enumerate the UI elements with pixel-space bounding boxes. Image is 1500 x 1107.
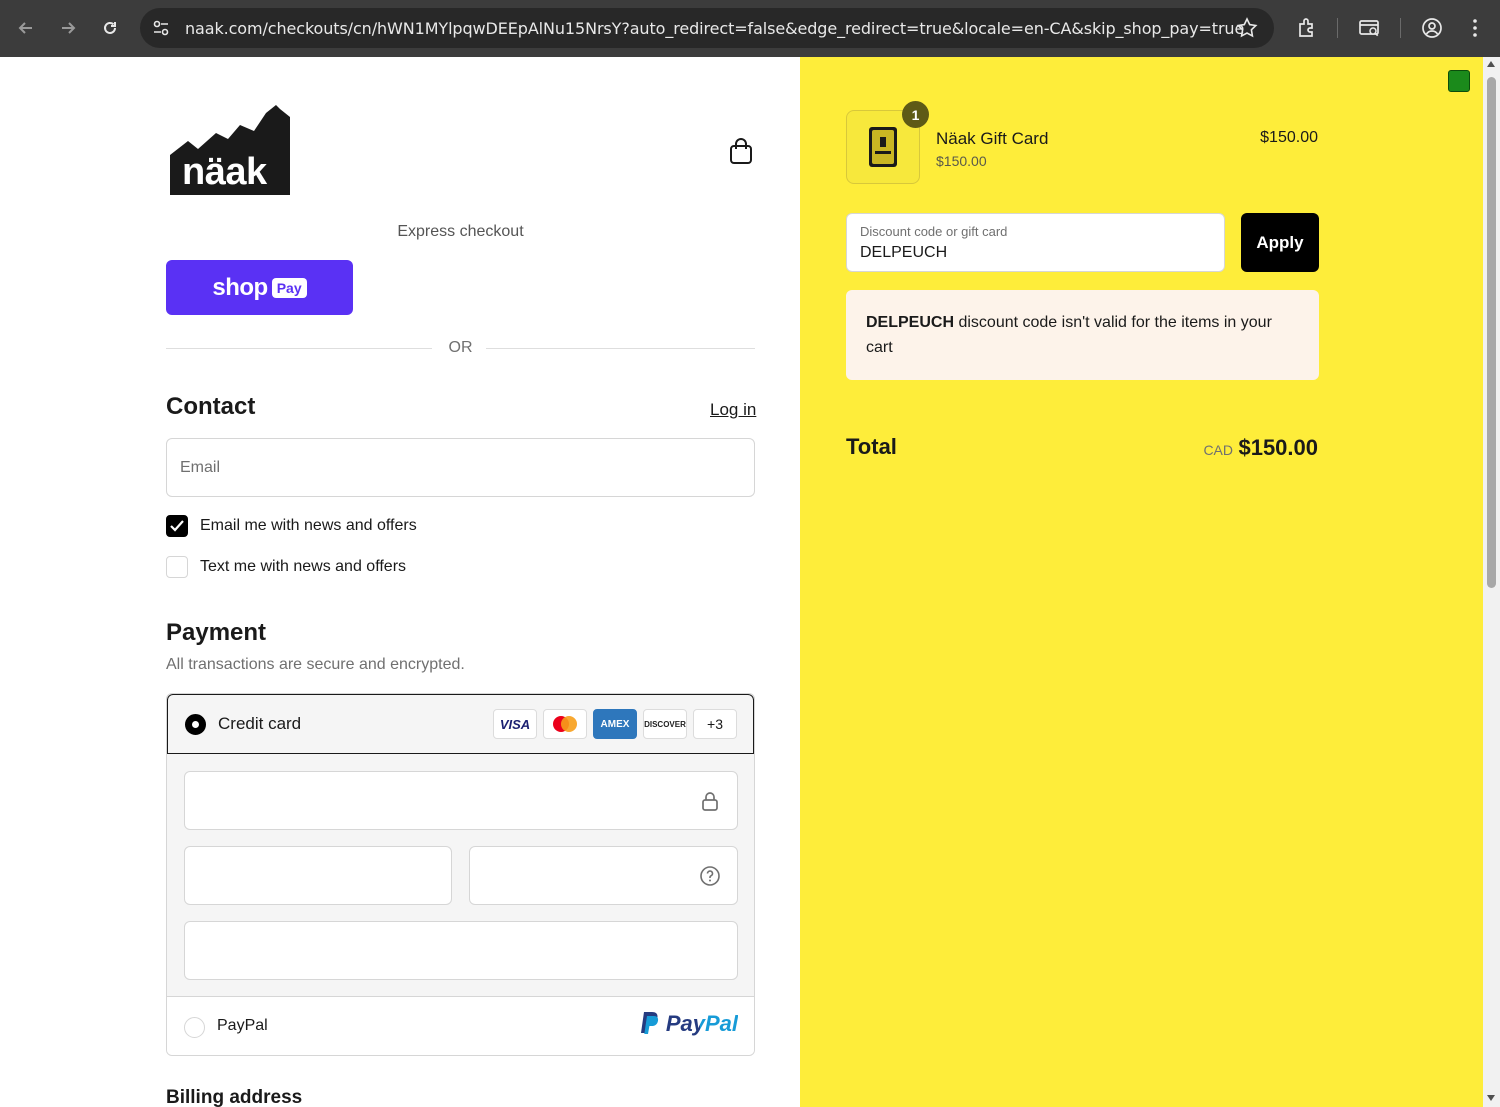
apply-button[interactable]: Apply: [1241, 213, 1319, 272]
or-divider: OR: [166, 338, 755, 358]
paypal-label: PayPal: [217, 1017, 268, 1034]
forward-icon[interactable]: [54, 14, 82, 42]
discount-error-message: DELPEUCH discount code isn't valid for t…: [846, 290, 1319, 380]
bookmark-star-icon[interactable]: [1236, 17, 1258, 39]
discount-field-value: DELPEUCH: [860, 244, 948, 261]
email-news-checkbox[interactable]: [166, 515, 188, 537]
shopping-bag-icon[interactable]: [728, 137, 754, 165]
paypal-logo: PayPal: [638, 1011, 738, 1037]
extension-indicator[interactable]: [1448, 70, 1470, 92]
total-amount: $150.00: [1238, 435, 1318, 460]
lock-icon: [699, 790, 721, 812]
logo-text: näak: [182, 151, 267, 193]
mastercard-icon: [543, 709, 587, 739]
log-in-link[interactable]: Log in: [710, 400, 756, 420]
back-icon[interactable]: [12, 14, 40, 42]
email-news-label: Email me with news and offers: [200, 517, 417, 534]
url-text: naak.com/checkouts/cn/hWN1MYlpqwDEEpAlNu…: [185, 19, 1245, 38]
credit-card-option[interactable]: Credit card VISA AMEX DISCOVER +3: [167, 694, 754, 754]
profile-icon[interactable]: [1420, 16, 1444, 40]
paypal-radio[interactable]: [184, 1017, 205, 1038]
item-unit-price: $150.00: [936, 153, 987, 169]
scrollbar-thumb[interactable]: [1487, 77, 1496, 588]
error-code: DELPEUCH: [866, 314, 955, 331]
discover-icon: DISCOVER: [643, 709, 687, 739]
quantity-badge: 1: [902, 101, 929, 128]
shop-pay-button[interactable]: shop Pay: [166, 260, 353, 315]
contact-heading: Contact: [166, 393, 256, 420]
or-text: OR: [448, 339, 473, 356]
checkout-main: näak Express checkout shop Pay OR Contac…: [0, 57, 800, 1107]
email-news-option[interactable]: Email me with news and offers: [166, 515, 417, 537]
card-number-field[interactable]: [184, 771, 738, 830]
item-name: Näak Gift Card: [936, 129, 1049, 148]
billing-address-heading: Billing address: [166, 1087, 303, 1107]
discount-code-field[interactable]: Discount code or gift card DELPEUCH: [846, 213, 1225, 272]
paypal-option[interactable]: PayPal PayPal: [167, 996, 754, 1055]
address-bar[interactable]: naak.com/checkouts/cn/hWN1MYlpqwDEEpAlNu…: [140, 8, 1274, 48]
security-code-field[interactable]: [469, 846, 738, 905]
naak-logo[interactable]: näak: [168, 103, 292, 197]
order-summary: 1 Näak Gift Card $150.00 $150.00 Discoun…: [800, 57, 1483, 1107]
payment-heading: Payment: [166, 619, 267, 646]
total-label: Total: [846, 434, 897, 459]
extensions-icon[interactable]: [1295, 16, 1319, 40]
text-news-label: Text me with news and offers: [200, 558, 407, 575]
divider-line: [166, 348, 432, 349]
amex-icon: AMEX: [593, 709, 637, 739]
page-scrollbar[interactable]: [1483, 57, 1500, 1107]
more-cards-badge: +3: [693, 709, 737, 739]
name-on-card-field[interactable]: [184, 921, 738, 980]
payment-subtitle: All transactions are secure and encrypte…: [166, 656, 465, 673]
paypal-wordmark: PayPal: [665, 1011, 738, 1036]
shop-pay-word: shop: [212, 273, 268, 301]
scroll-up-arrow-icon[interactable]: [1487, 61, 1495, 67]
help-icon[interactable]: [699, 865, 721, 887]
express-checkout-label: Express checkout: [397, 223, 524, 240]
item-price: $150.00: [1260, 129, 1318, 146]
toolbar-divider: [1337, 18, 1338, 38]
toolbar-divider: [1400, 18, 1401, 38]
menu-icon[interactable]: [1463, 16, 1487, 40]
shop-pay-badge: Pay: [271, 277, 307, 298]
total-currency: CAD: [1203, 442, 1233, 458]
scroll-down-arrow-icon[interactable]: [1487, 1095, 1495, 1101]
card-brand-logos: VISA AMEX DISCOVER +3: [493, 709, 737, 739]
divider-line: [486, 348, 755, 349]
payment-methods: Credit card VISA AMEX DISCOVER +3 PayPal…: [166, 693, 755, 1056]
email-field[interactable]: Email: [166, 438, 755, 497]
browser-toolbar: naak.com/checkouts/cn/hWN1MYlpqwDEEpAlNu…: [0, 0, 1500, 57]
reload-icon[interactable]: [96, 14, 124, 42]
visa-icon: VISA: [493, 709, 537, 739]
discount-field-label: Discount code or gift card: [860, 224, 1008, 239]
expiration-date-field[interactable]: [184, 846, 452, 905]
credit-card-label: Credit card: [218, 714, 302, 733]
text-news-checkbox[interactable]: [166, 556, 188, 578]
site-info-icon[interactable]: [150, 17, 172, 39]
paypal-icon: [640, 1012, 658, 1034]
text-news-option[interactable]: Text me with news and offers: [166, 556, 406, 578]
credit-card-radio[interactable]: [185, 714, 206, 735]
tab-search-icon[interactable]: [1357, 16, 1381, 40]
